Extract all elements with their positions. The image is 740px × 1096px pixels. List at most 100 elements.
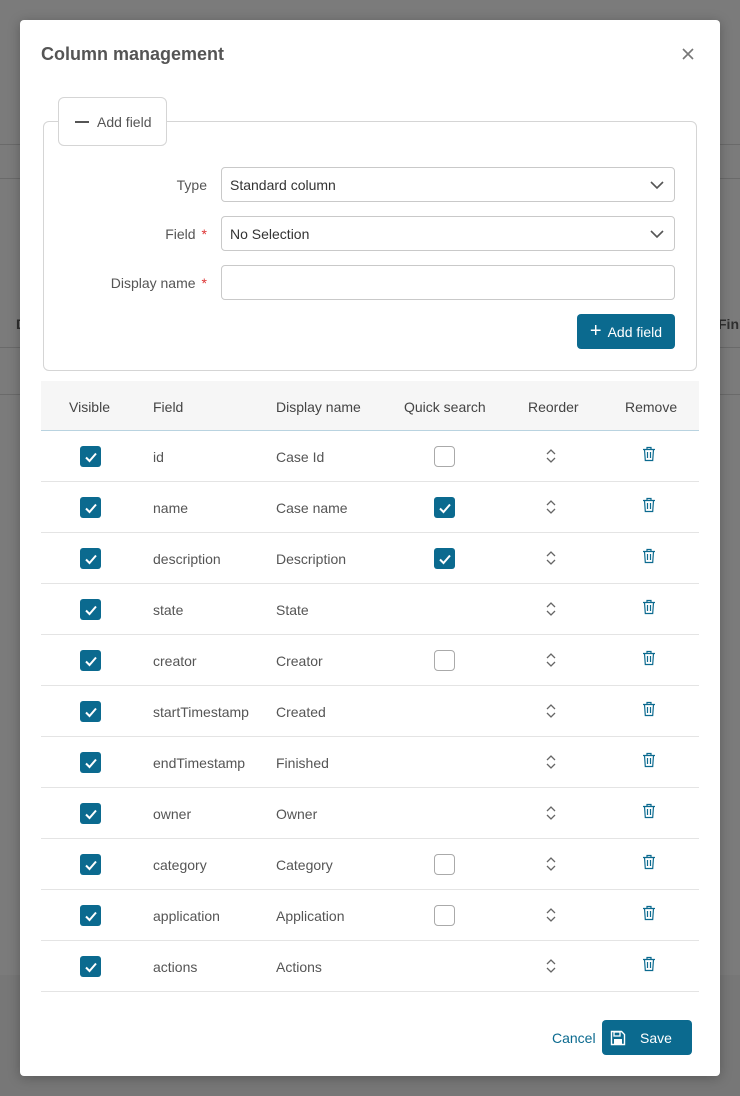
plus-icon: + <box>589 319 602 342</box>
add-field-toggle-label: Add field <box>97 113 152 130</box>
checkmark-icon <box>84 911 97 921</box>
display-name-input[interactable] <box>221 265 675 300</box>
table-row: application Application <box>41 890 699 941</box>
chevron-down-icon <box>650 230 664 239</box>
table-row: creator Creator <box>41 635 699 686</box>
sort-arrows-icon <box>546 551 556 565</box>
close-button[interactable] <box>680 46 696 62</box>
cancel-button[interactable]: Cancel <box>552 1030 596 1046</box>
display-name-cell: Owner <box>276 806 318 822</box>
remove-button[interactable] <box>642 803 656 819</box>
trash-icon <box>643 650 655 666</box>
remove-button[interactable] <box>642 497 656 513</box>
checkmark-icon <box>84 758 97 768</box>
reorder-handle[interactable] <box>544 905 558 925</box>
field-cell: actions <box>153 959 198 975</box>
visible-checkbox[interactable] <box>80 854 101 875</box>
quick-search-checkbox[interactable] <box>434 446 455 467</box>
reorder-handle[interactable] <box>544 599 558 619</box>
header-remove: Remove <box>625 399 678 415</box>
trash-icon <box>643 752 655 768</box>
table-row: state State <box>41 584 699 635</box>
display-name-cell: State <box>276 602 309 618</box>
remove-button[interactable] <box>642 752 656 768</box>
display-name-cell: Created <box>276 704 326 720</box>
header-reorder: Reorder <box>528 399 579 415</box>
type-select[interactable]: Standard column <box>221 167 675 202</box>
table-header: Visible Field Display name Quick search … <box>41 381 699 431</box>
remove-button[interactable] <box>642 599 656 615</box>
sort-arrows-icon <box>546 908 556 922</box>
reorder-handle[interactable] <box>544 497 558 517</box>
field-cell: endTimestamp <box>153 755 246 771</box>
visible-checkbox[interactable] <box>80 701 101 722</box>
add-field-button[interactable]: + Add field <box>577 314 675 349</box>
add-field-button-label: Add field <box>607 323 663 340</box>
remove-button[interactable] <box>642 956 656 972</box>
visible-checkbox[interactable] <box>80 803 101 824</box>
sort-arrows-icon <box>546 857 556 871</box>
header-display-name: Display name <box>276 399 361 415</box>
table-row: description Description <box>41 533 699 584</box>
type-select-value: Standard column <box>230 176 336 193</box>
checkmark-icon <box>84 962 97 972</box>
visible-checkbox[interactable] <box>80 956 101 977</box>
reorder-handle[interactable] <box>544 854 558 874</box>
trash-icon <box>643 497 655 513</box>
reorder-handle[interactable] <box>544 446 558 466</box>
quick-search-checkbox[interactable] <box>434 548 455 569</box>
chevron-down-icon <box>650 181 664 190</box>
visible-checkbox[interactable] <box>80 548 101 569</box>
display-name-cell: Finished <box>276 755 329 771</box>
quick-search-checkbox[interactable] <box>434 650 455 671</box>
visible-checkbox[interactable] <box>80 905 101 926</box>
remove-button[interactable] <box>642 650 656 666</box>
visible-checkbox[interactable] <box>80 497 101 518</box>
reorder-handle[interactable] <box>544 803 558 823</box>
sort-arrows-icon <box>546 449 556 463</box>
visible-checkbox[interactable] <box>80 650 101 671</box>
reorder-handle[interactable] <box>544 752 558 772</box>
display-name-label: Display name * <box>110 275 207 291</box>
reorder-handle[interactable] <box>544 650 558 670</box>
remove-button[interactable] <box>642 548 656 564</box>
table-row: endTimestamp Finished <box>41 737 699 788</box>
checkmark-icon <box>84 554 97 564</box>
reorder-handle[interactable] <box>544 548 558 568</box>
remove-button[interactable] <box>642 905 656 921</box>
field-cell: owner <box>153 806 192 822</box>
reorder-handle[interactable] <box>544 701 558 721</box>
visible-checkbox[interactable] <box>80 599 101 620</box>
save-button[interactable]: Save <box>602 1020 692 1055</box>
checkmark-icon <box>84 707 97 717</box>
quick-search-checkbox[interactable] <box>434 497 455 518</box>
display-name-cell: Case name <box>276 500 348 516</box>
field-cell: state <box>153 602 184 618</box>
trash-icon <box>643 548 655 564</box>
visible-checkbox[interactable] <box>80 752 101 773</box>
trash-icon <box>643 446 655 462</box>
remove-button[interactable] <box>642 701 656 717</box>
display-name-cell: Case Id <box>276 449 325 465</box>
required-marker: * <box>201 275 207 291</box>
add-field-toggle[interactable]: Add field <box>58 97 167 146</box>
quick-search-checkbox[interactable] <box>434 905 455 926</box>
table-row: name Case name <box>41 482 699 533</box>
remove-button[interactable] <box>642 446 656 462</box>
checkmark-icon <box>84 452 97 462</box>
checkmark-icon <box>84 656 97 666</box>
header-field: Field <box>153 399 184 415</box>
close-icon <box>682 48 694 60</box>
field-cell: application <box>153 908 220 924</box>
field-cell: id <box>153 449 164 465</box>
field-select[interactable]: No Selection <box>221 216 675 251</box>
minus-icon <box>75 120 89 123</box>
reorder-handle[interactable] <box>544 956 558 976</box>
table-body: id Case Id name Case name description Descrip… <box>41 431 699 992</box>
checkmark-icon <box>438 554 451 564</box>
remove-button[interactable] <box>642 854 656 870</box>
checkmark-icon <box>84 503 97 513</box>
visible-checkbox[interactable] <box>80 446 101 467</box>
save-button-label: Save <box>640 1029 672 1046</box>
quick-search-checkbox[interactable] <box>434 854 455 875</box>
